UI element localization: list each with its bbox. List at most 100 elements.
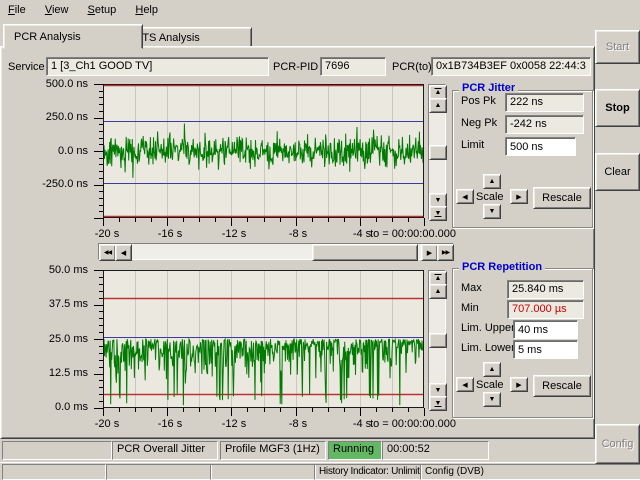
hscroll-left-button[interactable]: ◀ (115, 244, 132, 261)
tab-pts-analysis[interactable]: PTS Analysis (124, 27, 252, 48)
hscroll-thumb[interactable] (312, 244, 418, 261)
up-arrow-icon: ▲ (489, 366, 496, 373)
rep-xtick-20: -20 s (95, 418, 119, 430)
right-arrow-icon: ▶ (516, 193, 521, 201)
tab-pcr-analysis[interactable]: PCR Analysis (3, 24, 143, 49)
up-arrow-icon: ▲ (435, 288, 442, 295)
hscroll-page-left-button[interactable]: ◀◀ (99, 244, 116, 261)
neg-pk-value: -242 ns (510, 118, 547, 130)
jitter-vscrollbar[interactable]: ▲ ▲ ▼ ▼ (428, 84, 446, 220)
jitter-limit-input[interactable] (505, 137, 576, 156)
left-arrow-icon: ◀ (121, 249, 126, 257)
tab-pcr-analysis-label: PCR Analysis (14, 31, 81, 43)
jitter-scale-down-button[interactable]: ▼ (483, 204, 501, 219)
menu-file[interactable]: File (0, 0, 34, 19)
rep-rescale-button[interactable]: Rescale (533, 375, 591, 397)
jitter-xtick-12: -12 s (222, 228, 246, 240)
hscroll-right-button[interactable]: ▶ (421, 244, 438, 261)
rep-vzoom-bottom-button[interactable]: ▼ (429, 396, 447, 411)
menu-setup[interactable]: Setup (80, 0, 125, 19)
double-right-arrow-icon: ▶▶ (442, 249, 449, 256)
jitter-ytick-500: 500.0 ns (30, 78, 88, 90)
rep-vscroll-up-button[interactable]: ▲ (429, 284, 447, 299)
stop-button-label: Stop (605, 102, 629, 114)
left-arrow-icon: ◀ (462, 381, 467, 389)
jitter-ytick-0: 0.0 ns (30, 145, 88, 157)
config-button[interactable]: Config (595, 424, 640, 464)
stop-button[interactable]: Stop (595, 89, 640, 127)
clear-button-label: Clear (604, 166, 630, 178)
lim-upper-input[interactable] (513, 320, 578, 339)
rep-ytick-25: 25.0 ms (30, 333, 88, 345)
jitter-rescale-button[interactable]: Rescale (533, 187, 591, 209)
right-arrow-icon: ▶ (516, 381, 521, 389)
rep-rescale-label: Rescale (542, 380, 582, 392)
pcr-to-value: 0x1B734B3EF 0x0058 22:44:3 (436, 60, 586, 72)
min-label: Min (461, 302, 479, 314)
status-profile: Profile MGF3 (1Hz) (220, 441, 326, 460)
taskbar: History Indicator: Unlimited Config (DVB… (0, 462, 640, 480)
lim-lower-input[interactable] (513, 340, 578, 359)
right-arrow-icon: ▶ (427, 249, 432, 257)
neg-pk-field: -242 ns (505, 115, 584, 134)
rep-scale-left-button[interactable]: ◀ (456, 377, 474, 392)
taskbar-empty-2 (106, 464, 212, 480)
left-arrow-icon: ◀ (462, 193, 467, 201)
pcr-pid-field: 7696 (320, 57, 386, 76)
jitter-scale-up-button[interactable]: ▲ (483, 174, 501, 189)
pcr-to-field: 0x1B734B3EF 0x0058 22:44:3 (431, 57, 591, 76)
down-arrow-icon: ▼ (435, 387, 442, 394)
down-arrow-icon: ▼ (489, 396, 496, 403)
min-value: 707.000 µs (512, 303, 567, 315)
max-label: Max (461, 282, 482, 294)
jitter-vzoom-bottom-button[interactable]: ▼ (429, 206, 447, 221)
jitter-rescale-label: Rescale (542, 192, 582, 204)
tab-pts-analysis-label: PTS Analysis (135, 32, 200, 44)
jitter-vscroll-up-button[interactable]: ▲ (429, 98, 447, 113)
neg-pk-label: Neg Pk (461, 117, 497, 129)
jitter-scale-left-button[interactable]: ◀ (456, 189, 474, 204)
down-arrow-bar-icon: ▼ (435, 400, 442, 407)
config-button-label: Config (602, 438, 634, 450)
up-arrow-icon: ▲ (489, 178, 496, 185)
status-measurement: PCR Overall Jitter (112, 441, 218, 460)
min-field: 707.000 µs (507, 300, 584, 319)
up-arrow-icon: ▲ (435, 102, 442, 109)
down-arrow-icon: ▼ (435, 197, 442, 204)
rep-vscroll-thumb[interactable] (429, 333, 447, 348)
down-arrow-bar-icon: ▼ (435, 210, 442, 217)
jitter-xtick-4: -4 s (353, 228, 371, 240)
lim-upper-label: Lim. Upper (461, 322, 515, 334)
menu-view[interactable]: View (37, 0, 77, 19)
max-value: 25.840 ms (512, 283, 563, 295)
taskbar-history-indicator: History Indicator: Unlimited (314, 464, 422, 480)
status-elapsed-time: 00:00:52 (382, 441, 489, 460)
pcr-pid-label: PCR-PID (273, 61, 318, 73)
hscroll-page-right-button[interactable]: ▶▶ (437, 244, 454, 261)
pos-pk-label: Pos Pk (461, 95, 496, 107)
rep-ytick-0: 0.0 ms (30, 401, 88, 413)
pcr-repetition-chart (91, 270, 426, 423)
taskbar-empty-1 (2, 464, 106, 480)
menu-help[interactable]: Help (127, 0, 166, 19)
rep-to-label: to = 00:00:00.000 (370, 418, 456, 430)
lim-lower-label: Lim. Lower (461, 342, 515, 354)
rep-scale-down-button[interactable]: ▼ (483, 392, 501, 407)
jitter-vscroll-thumb[interactable] (429, 145, 447, 160)
taskbar-empty-3 (210, 464, 316, 480)
rep-scale-right-button[interactable]: ▶ (510, 377, 528, 392)
double-left-arrow-icon: ◀◀ (104, 249, 111, 256)
rep-ytick-50: 50.0 ms (30, 264, 88, 276)
start-button[interactable]: Start (595, 30, 640, 64)
rep-ytick-37: 37.5 ms (30, 298, 88, 310)
down-arrow-icon: ▼ (489, 208, 496, 215)
jitter-limit-label: Limit (461, 139, 484, 151)
jitter-xtick-16: -16 s (158, 228, 182, 240)
pcr-to-label: PCR(to) (392, 61, 432, 73)
clear-button[interactable]: Clear (595, 153, 640, 191)
jitter-scale-label: Scale (476, 191, 504, 203)
jitter-scale-right-button[interactable]: ▶ (510, 189, 528, 204)
jitter-hscrollbar[interactable]: ◀◀ ◀ ▶ ▶▶ (98, 243, 454, 260)
rep-scale-up-button[interactable]: ▲ (483, 362, 501, 377)
rep-vscrollbar[interactable]: ▲ ▲ ▼ ▼ (428, 270, 446, 410)
